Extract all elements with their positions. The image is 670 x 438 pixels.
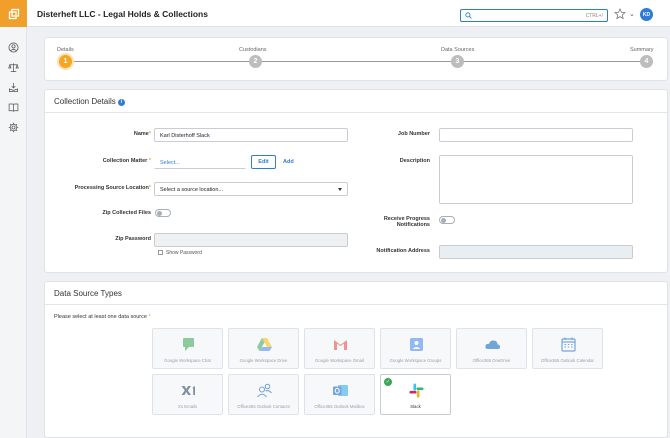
divider [45, 304, 667, 305]
receive-progress-label: Receive Progress Notifications [383, 216, 430, 228]
zip-password-label: Zip Password [115, 236, 151, 242]
tile-label: Google Workspace Gmail [315, 358, 364, 363]
outlook-icon [332, 382, 349, 399]
tile-slack[interactable]: ✓ Slack [380, 374, 451, 415]
description-field[interactable] [439, 155, 633, 204]
tile-label: Office365 Outlook Calendar [541, 358, 594, 363]
tile-office365-outlook-calendar[interactable]: Office365 Outlook Calendar [532, 328, 603, 369]
data-source-types-title: Data Source Types [54, 289, 122, 298]
contacts-icon [256, 382, 273, 399]
scales-icon [8, 62, 19, 72]
tile-google-workspace-gmail[interactable]: Google Workspace Gmail [304, 328, 375, 369]
step-connector [464, 61, 640, 62]
x1-icon [180, 382, 197, 399]
tile-x1-emails[interactable]: X1 Emails [152, 374, 223, 415]
show-password-label: Show Password [166, 250, 202, 256]
job-number-field[interactable] [439, 128, 633, 142]
tile-label: Office365 Outlook Contacts [237, 404, 290, 409]
nav-custodians[interactable] [0, 37, 27, 57]
collection-details-panel: Collection Details i Name* Karl Disterhof… [44, 89, 668, 273]
tile-label: Office365 OneDrive [472, 358, 511, 363]
tile-label: Google Workspace Chat [164, 358, 211, 363]
info-icon[interactable]: i [117, 99, 125, 106]
tile-label: Office365 Outlook Mailbox [314, 404, 365, 409]
wizard-stepper: Details Custodians Data Sources Summary … [44, 37, 668, 81]
job-number-label: Job Number [397, 131, 430, 137]
dropdown-caret-icon [338, 188, 342, 191]
step-3-data-sources[interactable]: 3 [451, 55, 464, 68]
collection-matter-select[interactable]: Select... [154, 155, 246, 169]
tile-label: Google Workspace Groups [389, 358, 442, 363]
description-label: Description [399, 158, 430, 164]
gmail-icon [332, 336, 349, 353]
step-label-details: Details [57, 47, 74, 53]
divider [45, 112, 667, 113]
name-label: Name* [133, 131, 151, 137]
notification-address-field[interactable] [439, 245, 633, 259]
top-bar: Disterheft LLC - Legal Holds & Collectio… [27, 0, 670, 27]
data-source-types-panel: Data Source Types Please select at least… [44, 281, 668, 438]
slack-icon [408, 382, 425, 399]
show-password-checkbox[interactable] [158, 250, 163, 255]
step-label-summary: Summary [630, 47, 654, 53]
selected-check-icon: ✓ [384, 378, 392, 386]
google-groups-icon [408, 336, 425, 353]
step-label-data-sources: Data Sources [441, 47, 475, 53]
gear-icon [8, 122, 19, 132]
inbox-download-icon [9, 82, 18, 92]
step-connector [69, 61, 249, 62]
favorite-star-icon[interactable] [614, 8, 626, 20]
tile-google-workspace-chat[interactable]: Google Workspace Chat [152, 328, 223, 369]
add-matter-link[interactable]: Add [283, 159, 294, 165]
app-title: Disterheft LLC - Legal Holds & Collectio… [37, 9, 208, 19]
google-drive-icon [256, 336, 273, 353]
step-4-summary[interactable]: 4 [640, 55, 653, 68]
step-label-custodians: Custodians [239, 47, 267, 53]
calendar-icon [560, 336, 577, 353]
tile-label: Google Workspace Drive [239, 358, 288, 363]
zip-password-field[interactable] [154, 233, 348, 247]
tile-google-workspace-drive[interactable]: Google Workspace Drive [228, 328, 299, 369]
tile-google-workspace-groups[interactable]: Google Workspace Groups [380, 328, 451, 369]
receive-notifications-toggle[interactable] [439, 216, 455, 224]
processing-source-value: Select a source location... [160, 187, 223, 193]
step-2-custodians[interactable]: 2 [249, 55, 262, 68]
user-circle-icon [8, 42, 19, 52]
nav-settings[interactable] [0, 117, 27, 137]
collection-details-title: Collection Details i [54, 97, 125, 106]
chevron-down-icon[interactable]: ⌄ [629, 10, 635, 18]
tile-office365-onedrive[interactable]: Office365 OneDrive [456, 328, 527, 369]
avatar[interactable]: KD [640, 8, 653, 21]
tile-label: X1 Emails [177, 404, 198, 409]
tile-office365-outlook-mailbox[interactable]: Office365 Outlook Mailbox [304, 374, 375, 415]
data-source-instruction: Please select at least one data source * [54, 314, 151, 320]
nav-legal-holds[interactable] [0, 57, 27, 77]
search-shortcut-hint: CTRL+/ [585, 13, 603, 19]
book-icon [8, 103, 19, 112]
tile-label: Slack [410, 404, 421, 409]
step-1-details[interactable]: 1 [59, 55, 72, 68]
left-sidebar [0, 0, 27, 438]
app-logo[interactable] [0, 0, 27, 27]
onedrive-cloud-icon [484, 336, 501, 353]
nav-collections[interactable] [0, 77, 27, 97]
logo-icon [8, 8, 19, 19]
step-connector [261, 61, 452, 62]
search-input[interactable]: CTRL+/ [460, 9, 608, 22]
google-chat-icon [180, 336, 197, 353]
collection-matter-label: Collection Matter * [102, 158, 151, 164]
name-field[interactable]: Karl Disterhoff Slack [154, 128, 348, 142]
nav-reports[interactable] [0, 97, 27, 117]
zip-collected-files-label: Zip Collected Files [102, 210, 151, 216]
zip-collected-files-toggle[interactable] [155, 209, 171, 217]
notification-address-label: Notification Address [376, 248, 430, 254]
search-icon [465, 12, 472, 19]
tile-office365-outlook-contacts[interactable]: Office365 Outlook Contacts [228, 374, 299, 415]
edit-matter-button[interactable]: Edit [251, 155, 276, 169]
processing-source-select[interactable]: Select a source location... [154, 182, 348, 196]
processing-source-label: Processing Source Location* [74, 185, 151, 191]
